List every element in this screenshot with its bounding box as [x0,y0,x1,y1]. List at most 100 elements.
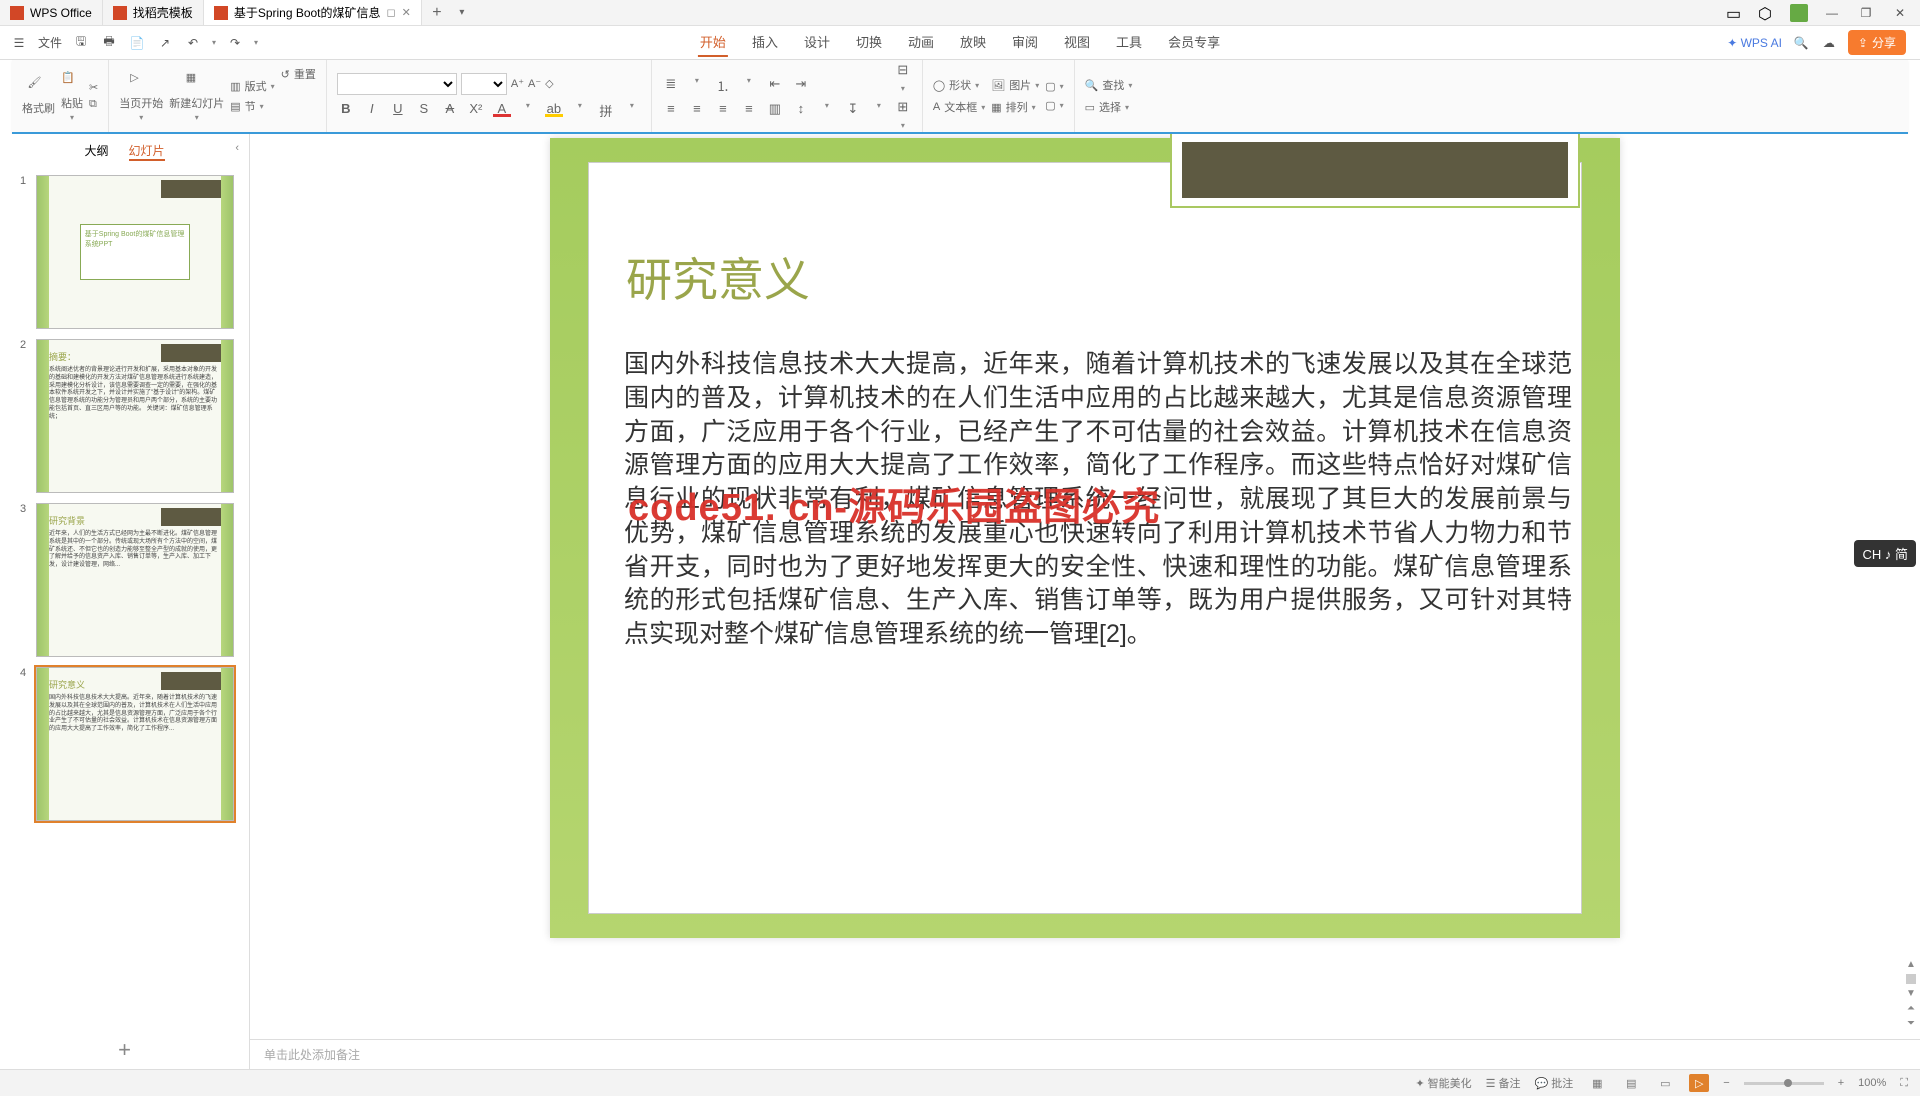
tab-list-dropdown[interactable]: ▾ [452,0,472,25]
slide-thumb-4[interactable]: 研究意义国内外科技信息技术大大提高。近年来，随着计算机技术的飞速发展以及其在全球… [36,667,234,821]
tab-template[interactable]: 找稻壳模板 [103,0,204,25]
menu-slideshow[interactable]: 放映 [958,28,988,57]
notes-pane[interactable]: 单击此处添加备注 [250,1039,1920,1069]
search-icon[interactable]: 🔍 [1792,34,1810,52]
ime-indicator[interactable]: CH ♪ 简 [1854,540,1916,567]
format-painter-button[interactable]: 🖌格式刷 [22,76,55,116]
align-justify-button[interactable]: ≡ [740,101,758,117]
pinyin-button[interactable]: 拼 [597,101,615,120]
thumbnail-list[interactable]: 1 基于Spring Boot的煤矿信息管理系统PPT 2 摘要：系统阐述优者的… [0,169,249,1031]
menu-view[interactable]: 视图 [1062,28,1092,57]
tab-slides[interactable]: 幻灯片 [129,142,165,161]
zoom-level[interactable]: 100% [1858,1077,1886,1089]
file-menu[interactable]: 文件 [38,34,62,51]
minimize-button[interactable]: — [1822,3,1842,23]
menu-animation[interactable]: 动画 [906,28,936,57]
arrange-button[interactable]: ▦排列▾ [991,99,1039,115]
close-icon[interactable]: ✕ [402,6,411,19]
clear-format-button[interactable]: ◇ [545,73,553,95]
slide-title[interactable]: 研究意义 [626,244,810,310]
font-color-dropdown[interactable]: ▾ [519,101,537,120]
vertical-scrollbar[interactable]: ▲ ▼ ⏶ ⏷ [1904,138,1918,1029]
notes-toggle[interactable]: ☰ 备注 [1486,1075,1521,1091]
redo-button[interactable]: ↷ [226,34,244,52]
canvas-scroll[interactable]: 研究意义 国内外科技信息技术大大提高，近年来，随着计算机技术的飞速发展以及其在全… [250,134,1920,1039]
slide-thumb-2[interactable]: 摘要：系统阐述优者的背景理论进行开发和扩展，采用基本对象的开发的基础和建模化的开… [36,339,234,493]
cut-button[interactable]: ✂ [89,81,98,94]
slide-thumb-1[interactable]: 基于Spring Boot的煤矿信息管理系统PPT [36,175,234,329]
shape-button[interactable]: ◯形状▾ [933,77,985,93]
highlight-dropdown[interactable]: ▾ [571,101,589,120]
zoom-in-button[interactable]: + [1838,1077,1844,1089]
paste-button[interactable]: 📋粘贴▾ [61,71,83,122]
start-from-current-button[interactable]: ▷当页开始▾ [119,71,163,122]
strike-button[interactable]: A [441,101,459,120]
cloud-icon[interactable]: ☁ [1820,34,1838,52]
window-mode-icon[interactable]: ▭ [1726,4,1744,22]
tab-wps-home[interactable]: WPS Office [0,0,103,25]
zoom-slider[interactable] [1744,1082,1824,1085]
new-tab-button[interactable]: + [422,0,452,25]
print-icon[interactable]: 🖶 [100,34,118,52]
menu-design[interactable]: 设计 [802,28,832,57]
slide-body-text[interactable]: 国内外科技信息技术大大提高，近年来，随着计算机技术的飞速发展以及其在全球范围内的… [624,348,1572,652]
indent-dec-button[interactable]: ⇤ [766,76,784,95]
convert-smartart-button[interactable]: ⊞ [894,99,912,115]
number-list-button[interactable]: ⒈ [714,76,732,95]
text-direction-button[interactable]: ↧ [844,101,862,117]
tab-document[interactable]: 基于Spring Boot的煤矿信息 ◻ ✕ [204,0,422,25]
smart-beautify-button[interactable]: ✦ 智能美化 [1415,1075,1471,1091]
prev-slide-icon[interactable]: ⏶ [1907,1003,1915,1014]
menu-start[interactable]: 开始 [698,28,728,57]
align-vertical-button[interactable]: ⊟ [894,62,912,78]
align-left-button[interactable]: ≡ [662,101,680,117]
redo-dropdown[interactable]: ▾ [254,38,258,47]
decrease-font-button[interactable]: A⁻ [528,73,541,95]
line-spacing-button[interactable]: ↕ [792,101,810,117]
bold-button[interactable]: B [337,101,355,120]
copy-button[interactable]: ⧉ [89,98,98,111]
menu-insert[interactable]: 插入 [750,28,780,57]
undo-dropdown[interactable]: ▾ [212,38,216,47]
view-slideshow-button[interactable]: ▷ [1689,1074,1709,1092]
hamburger-icon[interactable]: ☰ [10,34,28,52]
columns-button[interactable]: ▥ [766,101,784,117]
align-center-button[interactable]: ≡ [688,101,706,117]
font-size-select[interactable] [461,73,507,95]
scroll-up-icon[interactable]: ▲ [1906,959,1916,970]
add-slide-button[interactable]: + [0,1031,249,1069]
menu-tools[interactable]: 工具 [1114,28,1144,57]
tab-preview-icon[interactable]: ◻ [387,6,396,19]
slide-thumb-3[interactable]: 研究背景近年来，人们的生活方式已经网为主最不断进化。煤矿信息管理系统是其中的一个… [36,503,234,657]
select-button[interactable]: ▭选择▾ [1085,99,1133,115]
new-slide-button[interactable]: ▦新建幻灯片▾ [169,71,224,122]
textbox-button[interactable]: A文本框▾ [933,99,985,115]
share-button[interactable]: ⇪ 分享 [1848,30,1906,55]
tab-outline[interactable]: 大纲 [84,142,108,161]
outline-button[interactable]: ▢▾ [1045,99,1063,112]
font-family-select[interactable] [337,73,457,95]
wps-ai-button[interactable]: ✦ WPS AI [1727,36,1782,50]
align-right-button[interactable]: ≡ [714,101,732,117]
increase-font-button[interactable]: A⁺ [511,73,524,95]
view-sorter-button[interactable]: ▤ [1621,1074,1641,1092]
picture-button[interactable]: 🖼图片▾ [991,77,1039,93]
menu-review[interactable]: 审阅 [1010,28,1040,57]
menu-member[interactable]: 会员专享 [1166,28,1222,57]
export-icon[interactable]: ↗ [156,34,174,52]
find-button[interactable]: 🔍查找▾ [1085,77,1133,93]
fit-window-button[interactable]: ⛶ [1900,1077,1908,1090]
scroll-down-icon[interactable]: ▼ [1906,988,1916,999]
close-button[interactable]: ✕ [1890,3,1910,23]
underline-button[interactable]: U [389,101,407,120]
print-preview-icon[interactable]: 📄 [128,34,146,52]
highlight-button[interactable]: ab [545,101,563,120]
undo-button[interactable]: ↶ [184,34,202,52]
indent-inc-button[interactable]: ⇥ [792,76,810,95]
user-avatar[interactable] [1790,4,1808,22]
collapse-panel-icon[interactable]: ‹ [235,142,239,154]
superscript-button[interactable]: X² [467,101,485,120]
comments-toggle[interactable]: 💬 批注 [1535,1075,1574,1091]
next-slide-icon[interactable]: ⏷ [1907,1018,1915,1029]
section-button[interactable]: ▤节▾ [230,98,274,114]
